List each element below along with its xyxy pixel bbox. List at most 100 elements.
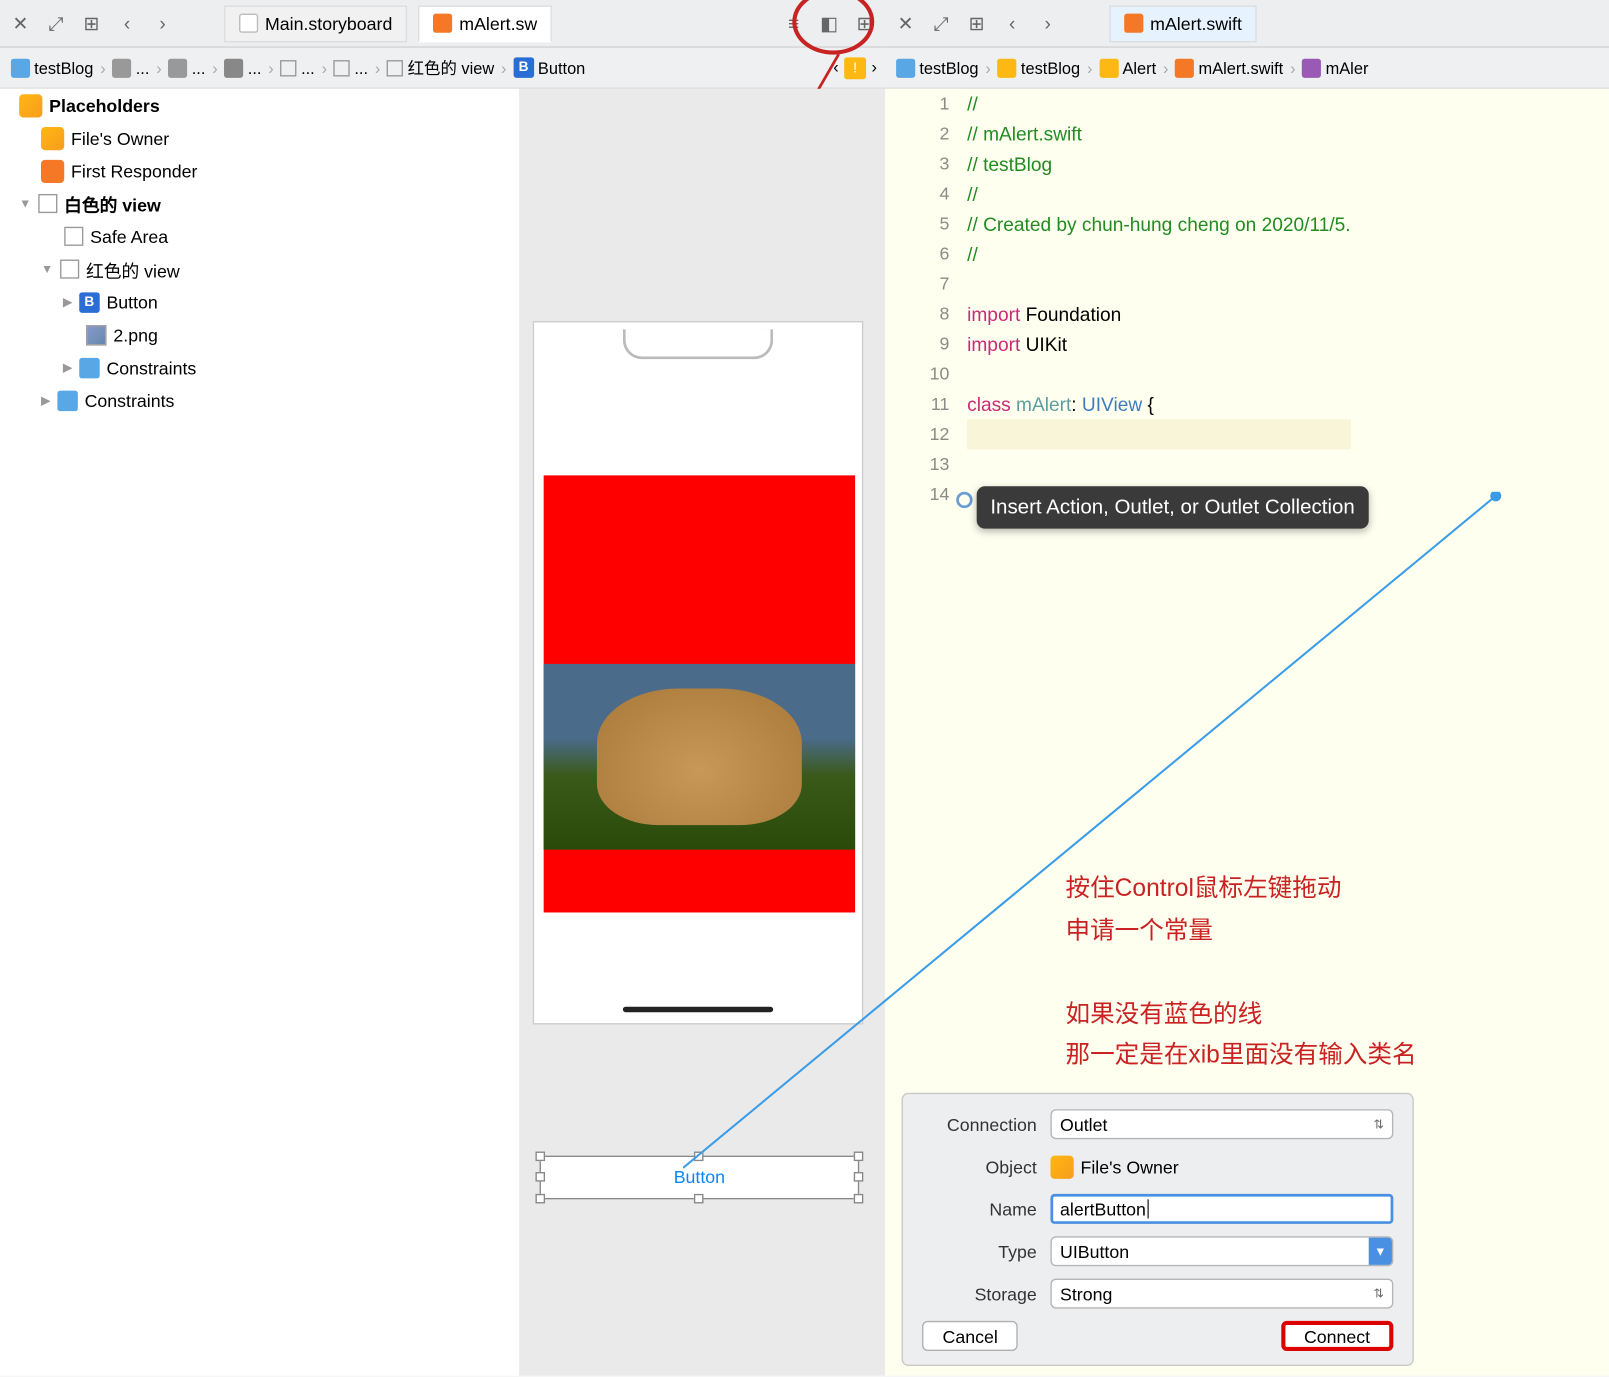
disclosure-open-icon[interactable]: ▼ [19, 197, 31, 211]
grid-icon[interactable]: ⊞ [964, 11, 989, 36]
type-label: Type [922, 1241, 1050, 1261]
notch [623, 329, 773, 359]
assistant-icon[interactable]: ◧ [817, 11, 842, 36]
crumb[interactable]: ... [331, 58, 371, 77]
tab-label: mAlert.sw [459, 13, 537, 33]
expand-icon[interactable]: ⤢ [44, 11, 69, 36]
outline-first-responder[interactable]: First Responder [0, 154, 519, 187]
dropdown-icon: ⇅ [1373, 1286, 1383, 1301]
outline-button[interactable]: ▶BButton [0, 285, 519, 318]
back-icon[interactable]: ‹ [1000, 11, 1025, 36]
insert-outlet-tooltip: Insert Action, Outlet, or Outlet Collect… [977, 486, 1369, 528]
outline-white-view[interactable]: ▼白色的 view [0, 187, 519, 220]
left-breadcrumb: testBlog› ...› ...› ...› ...› ...› 红色的 v… [0, 48, 885, 89]
forward-icon[interactable]: › [150, 11, 175, 36]
outline-constraints[interactable]: ▶Constraints [0, 351, 519, 384]
close-icon[interactable]: ✕ [8, 11, 33, 36]
disclosure-closed-icon[interactable]: ▶ [41, 393, 50, 408]
grid-icon[interactable]: ⊞ [79, 11, 104, 36]
crumb-button[interactable]: BButton [511, 57, 588, 77]
left-toolbar: ✕ ⤢ ⊞ ‹ › Main.storyboard mAlert.sw ≡ ◧ … [0, 0, 885, 48]
resize-handle[interactable] [694, 1194, 704, 1204]
outlet-connection-popup: Connection Outlet⇅ Object File's Owner N… [902, 1093, 1414, 1366]
outline-constraints-outer[interactable]: ▶Constraints [0, 384, 519, 417]
view-icon [38, 194, 57, 213]
document-outline: Placeholders File's Owner First Responde… [0, 89, 519, 1376]
resize-handle[interactable] [694, 1152, 704, 1162]
crumb[interactable]: ... [222, 58, 264, 77]
crumb[interactable]: testBlog [995, 58, 1083, 77]
crumb[interactable]: testBlog [893, 58, 981, 77]
placeholder-icon [19, 94, 42, 117]
selected-button[interactable]: Button [540, 1156, 860, 1200]
close-icon[interactable]: ✕ [893, 11, 918, 36]
connect-button[interactable]: Connect [1281, 1321, 1394, 1351]
nav-back[interactable]: ‹ [833, 57, 838, 79]
nav-fwd[interactable]: › [872, 57, 877, 79]
crumb[interactable]: mAler [1300, 58, 1372, 77]
outline-image[interactable]: 2.png [0, 318, 519, 351]
warning-icon[interactable]: ! [844, 57, 866, 79]
lines-icon[interactable]: ≡ [781, 11, 806, 36]
crumb[interactable]: Alert [1097, 58, 1159, 77]
cube-icon [1050, 1155, 1073, 1178]
constraints-icon [57, 390, 77, 410]
interface-builder-canvas: 开启一个新分页 此时两个分页分别为 mAlert.swift mAlert.xi… [519, 89, 885, 1376]
forward-icon[interactable]: › [1035, 11, 1060, 36]
dropdown-icon: ⇅ [1373, 1117, 1383, 1132]
expand-icon[interactable]: ⤢ [929, 11, 954, 36]
connection-select[interactable]: Outlet⇅ [1050, 1109, 1393, 1139]
resize-handle[interactable] [854, 1152, 864, 1162]
crumb-testblog[interactable]: testBlog [8, 58, 96, 77]
annotation-control-drag: 按住Control鼠标左键拖动 申请一个常量 如果没有蓝色的线 那一定是在xib… [1065, 867, 1416, 1076]
home-indicator [623, 1007, 773, 1012]
outline-safe-area[interactable]: Safe Area [0, 220, 519, 253]
name-label: Name [922, 1199, 1050, 1219]
button-icon: B [79, 292, 99, 312]
tab-label: Main.storyboard [265, 13, 392, 33]
tab-malert-swift[interactable]: mAlert.sw [418, 5, 552, 42]
resize-handle[interactable] [535, 1194, 545, 1204]
catbus-image[interactable] [544, 664, 855, 850]
name-input[interactable]: alertButton [1050, 1194, 1393, 1224]
tab-label: mAlert.swift [1150, 13, 1242, 33]
storyboard-file-icon [239, 14, 258, 33]
image-icon [86, 324, 106, 344]
storage-label: Storage [922, 1283, 1050, 1303]
constraints-icon [79, 357, 99, 377]
view-icon [60, 260, 79, 279]
type-select[interactable]: UIButton▼ [1050, 1236, 1393, 1266]
safe-area-icon [64, 227, 83, 246]
resize-handle[interactable] [535, 1152, 545, 1162]
outline-red-view[interactable]: ▼红色的 view [0, 253, 519, 286]
code-editor[interactable]: // // mAlert.swift // testBlog // // Cre… [967, 89, 1350, 480]
disclosure-closed-icon[interactable]: ▶ [63, 360, 72, 375]
cancel-button[interactable]: Cancel [922, 1321, 1018, 1351]
cube-icon [41, 159, 64, 182]
tab-malert-swift-right[interactable]: mAlert.swift [1109, 5, 1257, 42]
crumb[interactable]: ... [110, 58, 152, 77]
swift-file-icon [433, 14, 452, 33]
outline-files-owner[interactable]: File's Owner [0, 122, 519, 155]
disclosure-closed-icon[interactable]: ▶ [63, 294, 72, 309]
resize-handle[interactable] [535, 1172, 545, 1182]
crumb[interactable]: mAlert.swift [1173, 58, 1286, 77]
outline-placeholders[interactable]: Placeholders [0, 89, 519, 122]
insertion-indicator [956, 492, 972, 508]
back-icon[interactable]: ‹ [115, 11, 140, 36]
storage-select[interactable]: Strong⇅ [1050, 1279, 1393, 1309]
crumb[interactable]: ... [278, 58, 318, 77]
tab-main-storyboard[interactable]: Main.storyboard [224, 5, 407, 42]
text-cursor [1147, 1199, 1148, 1218]
iphone-canvas[interactable]: Button [533, 321, 864, 1024]
resize-handle[interactable] [854, 1194, 864, 1204]
resize-handle[interactable] [854, 1172, 864, 1182]
cube-icon [41, 126, 64, 149]
line-gutter: 1234567891011121314 [885, 89, 960, 510]
crumb-red-view[interactable]: 红色的 view [384, 56, 496, 79]
disclosure-open-icon[interactable]: ▼ [41, 262, 53, 276]
add-panel-icon[interactable]: ⊞ [852, 11, 877, 36]
button-label: Button [541, 1157, 858, 1198]
object-value: File's Owner [1081, 1156, 1179, 1176]
crumb[interactable]: ... [166, 58, 208, 77]
